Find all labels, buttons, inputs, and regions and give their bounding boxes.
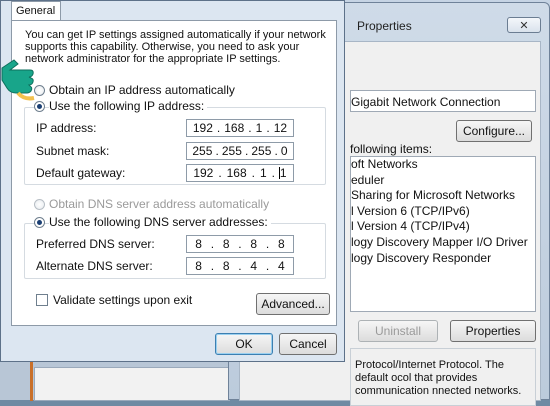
description-text: Protocol/Internet Protocol. The default … xyxy=(355,359,522,397)
preferred-dns-field[interactable]: 8. 8. 8. 8 xyxy=(186,235,294,253)
ip-octet: 1 xyxy=(259,166,267,180)
ip-octet: 168 xyxy=(224,121,245,135)
ip-octet: 8 xyxy=(195,237,202,251)
description-group: Protocol/Internet Protocol. The default … xyxy=(350,348,536,406)
configure-button[interactable]: Configure... xyxy=(456,120,532,142)
validate-checkbox[interactable] xyxy=(36,294,48,306)
ip-octet: 4 xyxy=(250,259,258,273)
ip-octet: 255 xyxy=(251,144,272,158)
preferred-dns-label: Preferred DNS server: xyxy=(36,237,155,251)
uninstall-button[interactable]: Uninstall xyxy=(358,320,438,342)
list-item[interactable]: logy Discovery Responder xyxy=(351,251,535,267)
ip-manual-radio[interactable] xyxy=(34,101,45,112)
dns-auto-label[interactable]: Obtain DNS server address automatically xyxy=(49,197,269,211)
ipv4-properties-dialog: General You can get IP settings assigned… xyxy=(0,0,345,362)
adapter-name: Gigabit Network Connection xyxy=(351,95,501,109)
ip-octet: 12 xyxy=(273,121,288,135)
list-item[interactable]: l Version 4 (TCP/IPv4) xyxy=(351,219,535,235)
list-item[interactable]: eduler xyxy=(351,173,535,189)
alternate-dns-label: Alternate DNS server: xyxy=(36,259,153,273)
dns-manual-label[interactable]: Use the following DNS server addresses: xyxy=(49,215,271,229)
ip-octet: 168 xyxy=(226,166,247,180)
ip-octet: 192 xyxy=(192,121,213,135)
ip-octet: 0 xyxy=(280,144,288,158)
default-gateway-field[interactable]: 192. 168. 1. 1 xyxy=(186,164,294,182)
list-item[interactable]: l Version 6 (TCP/IPv6) xyxy=(351,204,535,220)
dns-manual-radio[interactable] xyxy=(34,217,45,228)
close-icon: ✕ xyxy=(519,19,529,32)
ok-label: OK xyxy=(235,337,253,351)
hand-pointer-icon xyxy=(1,59,35,101)
subnet-mask-field[interactable]: 255. 255. 255. 0 xyxy=(186,142,294,160)
cancel-label: Cancel xyxy=(289,337,327,351)
intro-text: You can get IP settings assigned automat… xyxy=(25,29,326,65)
background-accent xyxy=(30,361,33,401)
uninstall-label: Uninstall xyxy=(374,324,422,338)
background-window-strip xyxy=(0,360,240,401)
general-tab-panel: You can get IP settings assigned automat… xyxy=(11,20,337,326)
ip-address-field[interactable]: 192. 168. 1. 12 xyxy=(186,119,294,137)
ip-manual-label[interactable]: Use the following IP address: xyxy=(49,99,208,113)
items-label: following items: xyxy=(350,142,433,156)
background-window-panel xyxy=(34,367,230,401)
ip-octet: 8 xyxy=(195,259,202,273)
properties-window-title: Properties xyxy=(357,19,412,33)
validate-label[interactable]: Validate settings upon exit xyxy=(53,293,192,307)
dns-auto-radio[interactable] xyxy=(34,199,45,210)
ip-address-label: IP address: xyxy=(36,121,97,135)
configure-label: Configure... xyxy=(462,124,526,138)
list-item[interactable]: logy Discovery Mapper I/O Driver xyxy=(351,235,535,251)
advanced-button[interactable]: Advanced... xyxy=(256,293,330,315)
tab-general-label: General xyxy=(16,5,56,17)
ip-octet: 1 xyxy=(255,121,263,135)
list-item[interactable]: Sharing for Microsoft Networks xyxy=(351,188,535,204)
tab-general[interactable]: General xyxy=(11,1,61,21)
adapter-name-field: Gigabit Network Connection xyxy=(350,90,536,112)
ip-octet: 192 xyxy=(193,166,214,180)
advanced-label: Advanced... xyxy=(261,297,325,311)
ip-octet: 8 xyxy=(250,237,258,251)
ip-octet: 8 xyxy=(278,237,285,251)
subnet-mask-label: Subnet mask: xyxy=(36,144,110,158)
properties-label: Properties xyxy=(465,324,521,338)
list-item[interactable]: oft Networks xyxy=(351,157,535,173)
components-list[interactable]: oft Networks eduler Sharing for Microsof… xyxy=(350,156,536,312)
ip-octet: 8 xyxy=(222,259,230,273)
cancel-button[interactable]: Cancel xyxy=(279,333,337,355)
default-gateway-label: Default gateway: xyxy=(36,166,126,180)
alternate-dns-field[interactable]: 8. 8. 4. 4 xyxy=(186,257,294,275)
ip-octet: 255 xyxy=(192,144,213,158)
text-caret xyxy=(279,167,280,179)
properties-button[interactable]: Properties xyxy=(450,320,536,342)
ip-octet: 255 xyxy=(221,144,242,158)
ip-octet: 8 xyxy=(222,237,230,251)
ip-octet: 4 xyxy=(278,259,285,273)
properties-close-button[interactable]: ✕ xyxy=(507,17,541,33)
ok-button[interactable]: OK xyxy=(215,333,273,355)
ip-auto-label[interactable]: Obtain an IP address automatically xyxy=(49,83,235,97)
ip-octet: 1 xyxy=(279,166,287,180)
